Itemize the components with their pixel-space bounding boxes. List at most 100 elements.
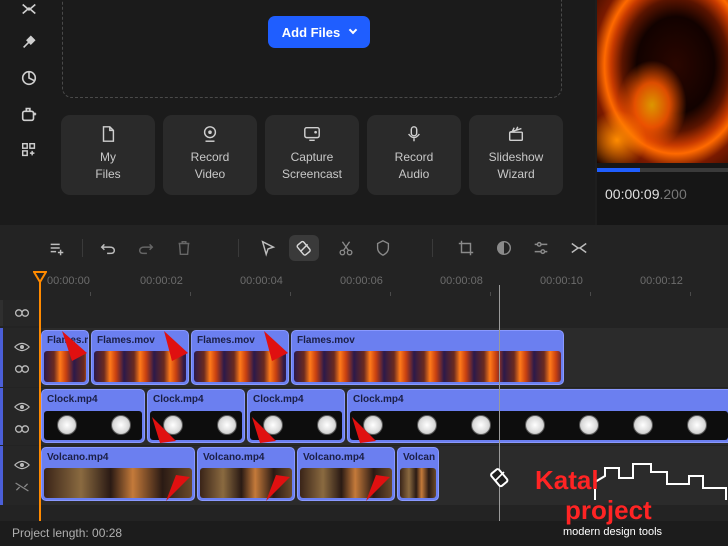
clip-title: Volcan (403, 452, 436, 463)
tile-label: Record (394, 150, 434, 164)
clip-clock[interactable]: Clock.mp4 (347, 389, 728, 443)
blade-tool-icon[interactable] (289, 235, 319, 261)
eye-icon[interactable] (14, 400, 30, 414)
clip-title: Clock.mp4 (353, 394, 404, 405)
tile-capture-screencast[interactable]: Capture Screencast (265, 115, 359, 195)
track-header-top (0, 300, 40, 326)
color-icon[interactable] (493, 237, 515, 259)
blade-cursor-icon (490, 468, 509, 488)
timecode-main: 00:00:09 (605, 186, 660, 202)
preview-video[interactable] (597, 0, 728, 163)
clip-title: Volcano.mp4 (47, 452, 109, 463)
unlink-icon[interactable] (14, 480, 30, 494)
add-track-icon[interactable] (46, 237, 68, 259)
left-rail (0, 0, 55, 225)
logo-text-1: Katal (535, 465, 599, 495)
clip-title: Volcano.mp4 (303, 452, 365, 463)
track-header-volcano (0, 446, 40, 505)
preview-panel: 00:00:09.200 (597, 0, 728, 225)
screen-icon (304, 126, 320, 142)
timecode: 00:00:09.200 (605, 186, 687, 202)
drop-zone[interactable]: Add Files (62, 0, 562, 98)
delete-icon[interactable] (173, 237, 195, 259)
ruler-label: 00:00:12 (640, 275, 683, 287)
ruler-label: 00:00:04 (240, 275, 283, 287)
more-tools-icon[interactable] (18, 141, 40, 163)
link-icon[interactable] (14, 362, 30, 376)
tile-label: Video (194, 167, 226, 181)
undo-icon[interactable] (97, 237, 119, 259)
ruler-label: 00:00:08 (440, 275, 483, 287)
clip-flames[interactable]: Flames.mov (41, 330, 89, 385)
clip-flames[interactable]: Flames.mov (291, 330, 564, 385)
playback-progress-fill (597, 168, 641, 172)
track-header-flames (0, 328, 40, 387)
transitions-icon[interactable] (18, 0, 40, 22)
project-length: Project length: 00:28 (12, 526, 123, 540)
tile-record-audio[interactable]: Record Audio (367, 115, 461, 195)
tile-label: Wizard (497, 167, 535, 181)
stickers-icon[interactable] (18, 69, 40, 91)
clip-title: Flames.mov (97, 335, 155, 346)
logo-text-2: project (565, 495, 652, 525)
clip-title: Flames.mov (297, 335, 355, 346)
ruler-label: 00:00:10 (540, 275, 583, 287)
link-icon[interactable] (14, 422, 30, 436)
add-files-button[interactable]: Add Files (268, 16, 370, 48)
clip-volcano[interactable]: Volcan (397, 447, 439, 501)
chevron-down-icon (349, 25, 358, 35)
crop-icon[interactable] (455, 237, 477, 259)
ruler-label: 00:00:02 (140, 275, 183, 287)
eye-icon[interactable] (14, 340, 30, 354)
ruler-label: 00:00:00 (47, 275, 90, 287)
microphone-icon (408, 126, 420, 142)
hover-line (499, 285, 500, 525)
tile-label: Slideshow (488, 150, 544, 164)
clip-clock[interactable]: Clock.mp4 (41, 389, 145, 443)
timecode-ms: .200 (659, 186, 687, 202)
webcam-icon (203, 126, 217, 142)
transition-icon[interactable] (568, 237, 590, 259)
ruler-label: 00:00:06 (340, 275, 383, 287)
track-header-clock (0, 388, 40, 445)
playhead-handle-icon[interactable] (33, 271, 47, 283)
tile-label: Files (95, 167, 121, 181)
clip-title: Flames.mov (47, 335, 88, 346)
shield-icon[interactable] (372, 237, 394, 259)
clip-volcano[interactable]: Volcano.mp4 (197, 447, 295, 501)
effects-icon[interactable] (18, 33, 40, 55)
clip-volcano[interactable]: Volcano.mp4 (297, 447, 395, 501)
playback-progress-bar[interactable] (597, 168, 728, 172)
clip-title: Clock.mp4 (153, 394, 204, 405)
tile-label: Screencast (281, 167, 343, 181)
tile-label: Capture (290, 150, 334, 164)
file-icon (102, 126, 115, 142)
clip-title: Volcano.mp4 (203, 452, 265, 463)
select-tool-icon[interactable] (257, 237, 279, 259)
redo-icon[interactable] (135, 237, 157, 259)
clip-title: Clock.mp4 (47, 394, 98, 405)
clip-title: Clock.mp4 (253, 394, 304, 405)
tile-slideshow-wizard[interactable]: Slideshow Wizard (469, 115, 563, 195)
tile-label: Audio (398, 167, 430, 181)
katalproject-logo: Katal project modern design tools (533, 462, 728, 542)
tile-label: Record (190, 150, 230, 164)
playhead[interactable] (39, 275, 41, 546)
clip-clock[interactable]: Clock.mp4 (247, 389, 345, 443)
export-icon[interactable] (18, 105, 40, 127)
clip-clock[interactable]: Clock.mp4 (147, 389, 245, 443)
adjust-icon[interactable] (530, 237, 552, 259)
link-icon[interactable] (14, 306, 30, 320)
timeline-toolbar (0, 225, 728, 270)
add-files-label: Add Files (281, 24, 341, 40)
eye-icon[interactable] (14, 458, 30, 472)
clip-volcano[interactable]: Volcano.mp4 (41, 447, 195, 501)
cut-icon[interactable] (335, 237, 357, 259)
tile-label: My (100, 150, 116, 164)
clip-flames[interactable]: Flames.mov (91, 330, 189, 385)
clip-title: Flames.mov (197, 335, 255, 346)
track-row-empty (40, 300, 728, 326)
tile-record-video[interactable]: Record Video (163, 115, 257, 195)
tile-my-files[interactable]: My Files (61, 115, 155, 195)
clip-flames[interactable]: Flames.mov (191, 330, 289, 385)
